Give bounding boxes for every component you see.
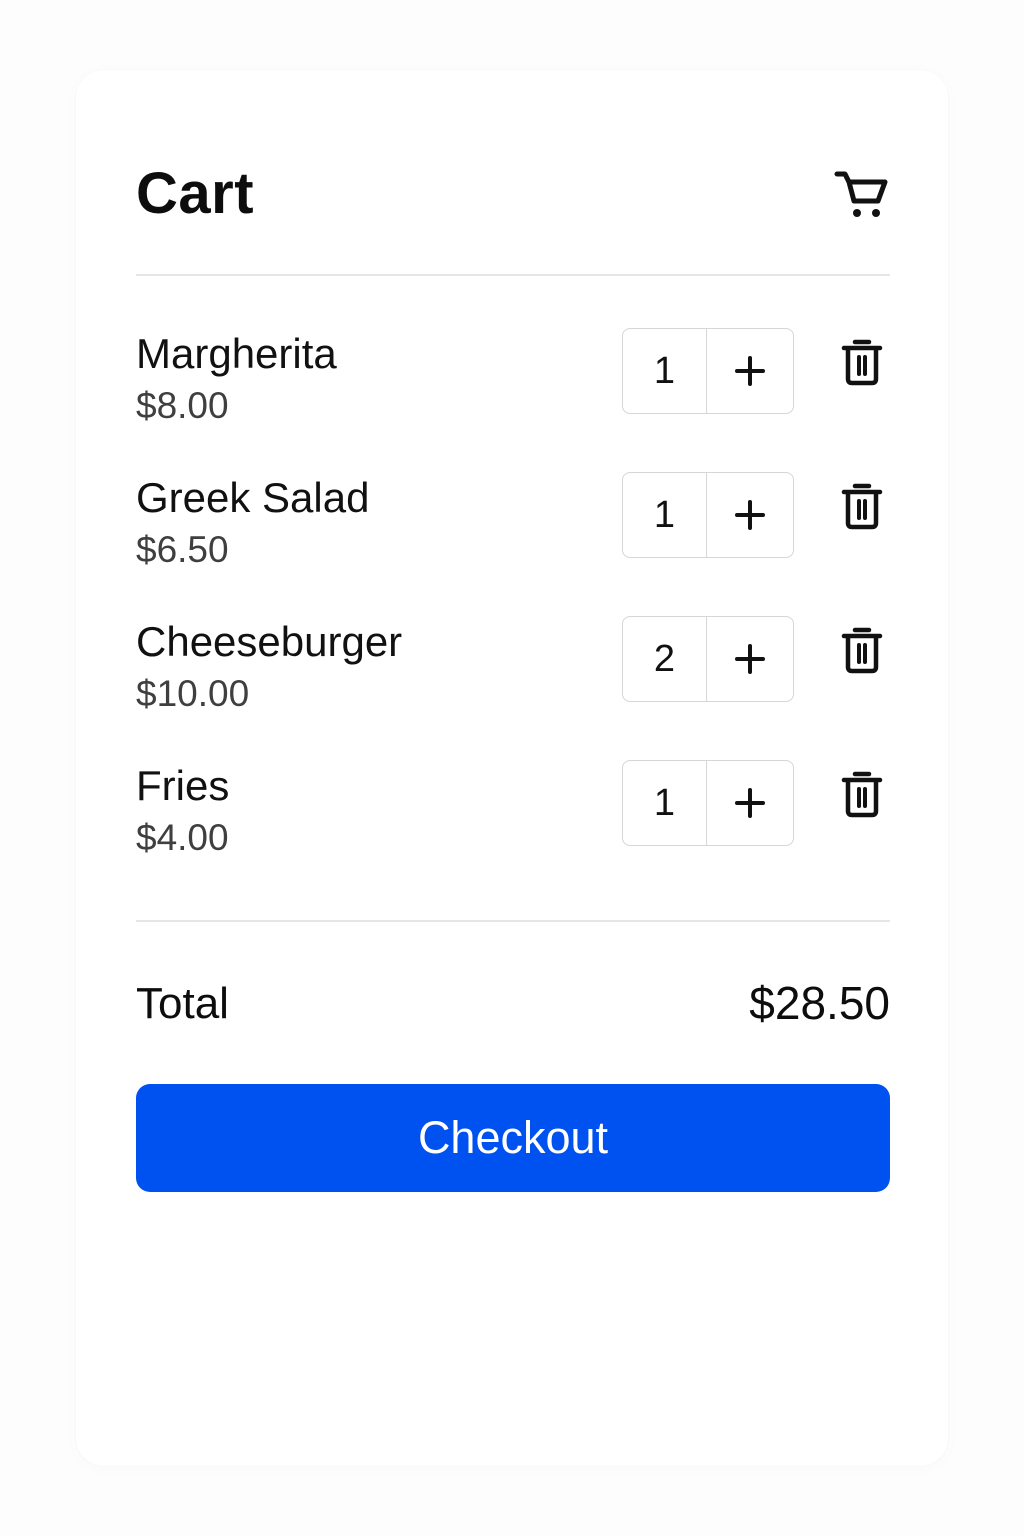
increase-quantity-button[interactable] bbox=[707, 473, 793, 557]
item-price: $6.50 bbox=[136, 529, 229, 570]
item-name: Fries bbox=[136, 762, 230, 809]
plus-icon bbox=[735, 788, 765, 818]
item-price: $8.00 bbox=[136, 385, 229, 426]
cart-item-fries: Fries $4.00 1 bbox=[136, 758, 890, 902]
cart-card: Cart Margherita $8.00 1 Greek Salad $6.5… bbox=[76, 70, 948, 1466]
increase-quantity-button[interactable] bbox=[707, 617, 793, 701]
plus-icon bbox=[735, 644, 765, 674]
quantity-stepper: 1 bbox=[622, 328, 794, 414]
quantity-stepper: 1 bbox=[622, 472, 794, 558]
cart-icon[interactable] bbox=[834, 168, 890, 220]
plus-icon bbox=[735, 500, 765, 530]
item-name: Margherita bbox=[136, 330, 337, 377]
trash-icon[interactable] bbox=[840, 626, 884, 674]
summary-divider bbox=[136, 920, 890, 922]
cart-item-cheeseburger: Cheeseburger $10.00 2 bbox=[136, 614, 890, 758]
item-price: $4.00 bbox=[136, 817, 229, 858]
header-divider bbox=[136, 274, 890, 276]
quantity-value: 1 bbox=[623, 329, 707, 413]
quantity-value: 2 bbox=[623, 617, 707, 701]
item-price: $10.00 bbox=[136, 673, 250, 714]
item-name: Greek Salad bbox=[136, 474, 370, 521]
cart-items-list: Margherita $8.00 1 Greek Salad $6.50 1 C… bbox=[136, 326, 890, 902]
quantity-stepper: 2 bbox=[622, 616, 794, 702]
trash-icon[interactable] bbox=[840, 338, 884, 386]
page-title: Cart bbox=[136, 161, 255, 226]
item-name: Cheeseburger bbox=[136, 618, 403, 665]
cart-item-greek-salad: Greek Salad $6.50 1 bbox=[136, 470, 890, 614]
cart-header: Cart bbox=[136, 158, 890, 230]
quantity-stepper: 1 bbox=[622, 760, 794, 846]
increase-quantity-button[interactable] bbox=[707, 761, 793, 845]
quantity-value: 1 bbox=[623, 473, 707, 557]
total-value: $28.50 bbox=[749, 977, 890, 1029]
quantity-value: 1 bbox=[623, 761, 707, 845]
trash-icon[interactable] bbox=[840, 770, 884, 818]
increase-quantity-button[interactable] bbox=[707, 329, 793, 413]
checkout-button[interactable]: Checkout bbox=[136, 1084, 890, 1192]
cart-item-margherita: Margherita $8.00 1 bbox=[136, 326, 890, 470]
trash-icon[interactable] bbox=[840, 482, 884, 530]
total-label: Total bbox=[136, 979, 229, 1028]
plus-icon bbox=[735, 356, 765, 386]
total-row: Total $28.50 bbox=[136, 972, 890, 1032]
